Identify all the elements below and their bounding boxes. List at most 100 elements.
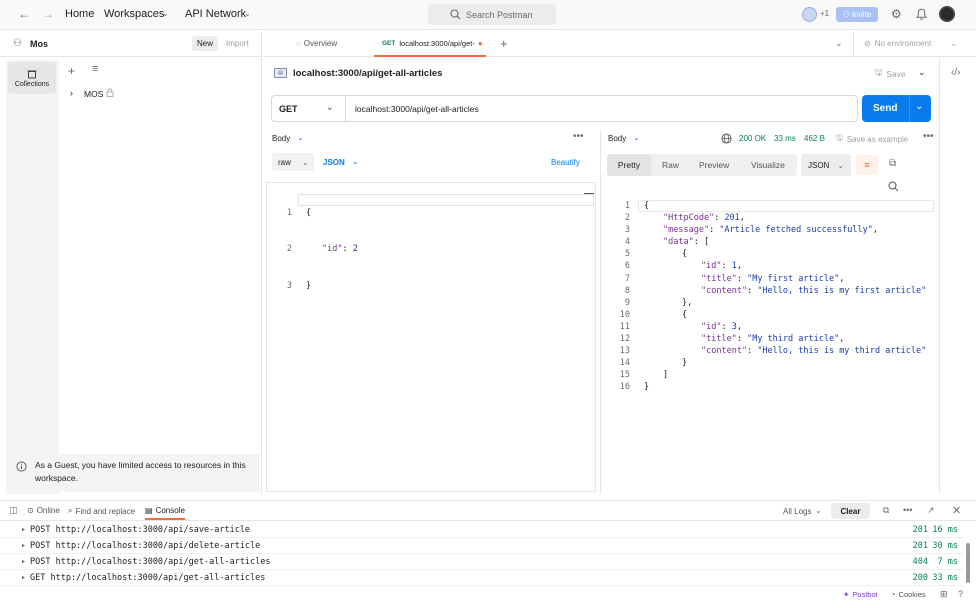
- response-size[interactable]: 462 B: [804, 134, 825, 143]
- globe-icon[interactable]: [721, 133, 732, 144]
- code-icon[interactable]: ‹/›: [951, 67, 960, 78]
- response-more-icon[interactable]: •••: [923, 131, 934, 142]
- request-title[interactable]: localhost:3000/api/get-all-articles: [293, 68, 442, 79]
- expand-caret-icon[interactable]: ▸: [22, 574, 25, 581]
- collection-item-mos[interactable]: MOS: [84, 89, 103, 99]
- expand-caret-icon[interactable]: ▸: [22, 526, 25, 533]
- postbot-button[interactable]: ✦ Postbot: [843, 590, 878, 599]
- expand-caret-icon[interactable]: ▸: [22, 542, 25, 549]
- env-chevron-down-icon[interactable]: ⌄: [950, 38, 958, 49]
- user-plus-icon: ⚇: [842, 10, 851, 19]
- console-more-icon[interactable]: •••: [903, 505, 912, 515]
- help-icon[interactable]: ?: [958, 589, 963, 599]
- plus-icon[interactable]: +: [68, 64, 75, 78]
- save-label: Save: [886, 69, 906, 79]
- tab-pretty[interactable]: Pretty: [607, 154, 651, 176]
- method-select[interactable]: GET ⌄: [271, 95, 346, 122]
- save-example-icon: 🖫: [836, 133, 843, 142]
- postbot-label: Postbot: [852, 590, 878, 599]
- tab-overview[interactable]: ◌ Overview: [296, 39, 337, 48]
- tab-pretty-label: Pretty: [617, 160, 641, 170]
- chevron-right-icon[interactable]: ›: [70, 88, 73, 98]
- log-entry[interactable]: ▸ POST http://localhost:3000/api/delete-a…: [0, 538, 964, 554]
- console-tab[interactable]: ▤ Console: [145, 506, 185, 515]
- body-chevron-down-icon[interactable]: ⌄: [297, 133, 304, 142]
- search-input[interactable]: Search Postman: [428, 4, 556, 25]
- response-time[interactable]: 33 ms: [774, 134, 796, 143]
- environment-select[interactable]: ⊘ No environment: [864, 39, 931, 48]
- collections-tab[interactable]: Collections: [8, 62, 56, 94]
- filter-icon[interactable]: ≡: [92, 63, 98, 75]
- log-level-select[interactable]: All Logs: [783, 507, 811, 516]
- response-chevron-down-icon[interactable]: ⌄: [633, 133, 640, 142]
- home-link[interactable]: Home: [65, 8, 94, 20]
- code-line: 12 "title": "My third article",: [610, 333, 926, 345]
- log-entry[interactable]: ▸ POST http://localhost:3000/api/get-all-…: [0, 554, 964, 570]
- profile-avatar[interactable]: [939, 6, 955, 22]
- code-key: "content": [701, 346, 748, 357]
- cookie-icon: ◔: [891, 590, 896, 599]
- code-value: "My first article": [747, 273, 840, 284]
- no-env-icon: ⊘: [864, 39, 871, 48]
- layout-icon[interactable]: ⊞: [940, 589, 948, 600]
- json-select[interactable]: JSON: [323, 158, 345, 167]
- response-body-label[interactable]: Body: [608, 134, 626, 143]
- new-tab-plus-icon[interactable]: +: [500, 36, 508, 51]
- cookies-button[interactable]: ◔ Cookies: [891, 590, 926, 599]
- close-icon[interactable]: ✕: [952, 504, 961, 517]
- trash-collection-icon: [27, 70, 37, 78]
- code-punct: :: [342, 244, 353, 255]
- tabs-chevron-down-icon[interactable]: ⌄: [835, 38, 843, 49]
- clear-button[interactable]: Clear: [831, 503, 870, 519]
- request-body-label[interactable]: Body: [272, 134, 290, 143]
- line-number: 3: [286, 280, 292, 291]
- status-code[interactable]: 200 OK: [739, 134, 766, 143]
- tab-active-request[interactable]: GET localhost:3000/api/get- ●: [374, 31, 486, 57]
- new-button[interactable]: New: [192, 36, 218, 51]
- pane-splitter[interactable]: [600, 130, 601, 494]
- env-divider: [853, 31, 854, 57]
- avatar[interactable]: [802, 7, 817, 22]
- save-as-example-button[interactable]: 🖫 Save as example: [836, 132, 908, 146]
- json-chevron-down-icon[interactable]: ⌄: [352, 157, 359, 166]
- gear-icon[interactable]: ⚙: [891, 7, 902, 21]
- code-punct: :: [747, 285, 758, 296]
- response-search-icon[interactable]: [888, 181, 899, 192]
- tab-raw[interactable]: Raw: [662, 160, 679, 170]
- invite-button[interactable]: ⚇ Invite: [836, 7, 878, 22]
- line-number: 12: [619, 334, 630, 345]
- logs-chevron-down-icon[interactable]: ⌄: [815, 506, 822, 515]
- console-copy-icon[interactable]: ⧉: [883, 505, 889, 516]
- sidebar-toggle-icon[interactable]: ◫: [9, 505, 18, 516]
- bell-icon[interactable]: [916, 8, 927, 21]
- save-button[interactable]: 🖫 Save: [875, 67, 906, 81]
- find-replace-button[interactable]: ⌕ Find and replace: [68, 506, 135, 516]
- workspaces-menu[interactable]: Workspaces: [104, 8, 164, 20]
- method-chevron-down-icon: ⌄: [326, 102, 334, 112]
- response-format-select[interactable]: JSON ⌄: [801, 154, 851, 176]
- log-entry[interactable]: ▸ POST http://localhost:3000/api/save-art…: [0, 522, 964, 538]
- online-status[interactable]: ⊙ Online: [27, 506, 60, 515]
- copy-icon[interactable]: ⧉: [889, 158, 896, 169]
- tab-preview[interactable]: Preview: [699, 160, 729, 170]
- tab-visualize[interactable]: Visualize: [751, 160, 785, 170]
- raw-select[interactable]: raw ⌄: [272, 153, 314, 171]
- code-key: "HttpCode": [663, 213, 715, 224]
- send-chevron-down-icon[interactable]: ⌄: [915, 101, 923, 112]
- save-chevron-down-icon[interactable]: ⌄: [918, 67, 926, 78]
- api-network-menu[interactable]: API Network: [185, 8, 246, 20]
- expand-icon[interactable]: ↗: [927, 505, 935, 516]
- wrap-lines-icon[interactable]: ≡: [856, 155, 878, 175]
- beautify-button[interactable]: Beautify: [551, 158, 580, 167]
- url-input[interactable]: localhost:3000/api/get-all-articles: [355, 104, 479, 114]
- import-button[interactable]: Import: [226, 39, 249, 48]
- forward-arrow-icon[interactable]: →: [42, 7, 54, 21]
- more-horizontal-icon[interactable]: •••: [573, 131, 584, 142]
- guest-notice: As a Guest, you have limited access to r…: [6, 454, 260, 492]
- console-scrollbar[interactable]: [966, 543, 970, 583]
- sidebar-rail: [6, 60, 59, 494]
- code-punct: ]: [663, 370, 669, 381]
- back-arrow-icon[interactable]: ←: [18, 7, 30, 21]
- expand-caret-icon[interactable]: ▸: [22, 558, 25, 565]
- log-entry[interactable]: ▸ GET http://localhost:3000/api/get-all-a…: [0, 570, 964, 586]
